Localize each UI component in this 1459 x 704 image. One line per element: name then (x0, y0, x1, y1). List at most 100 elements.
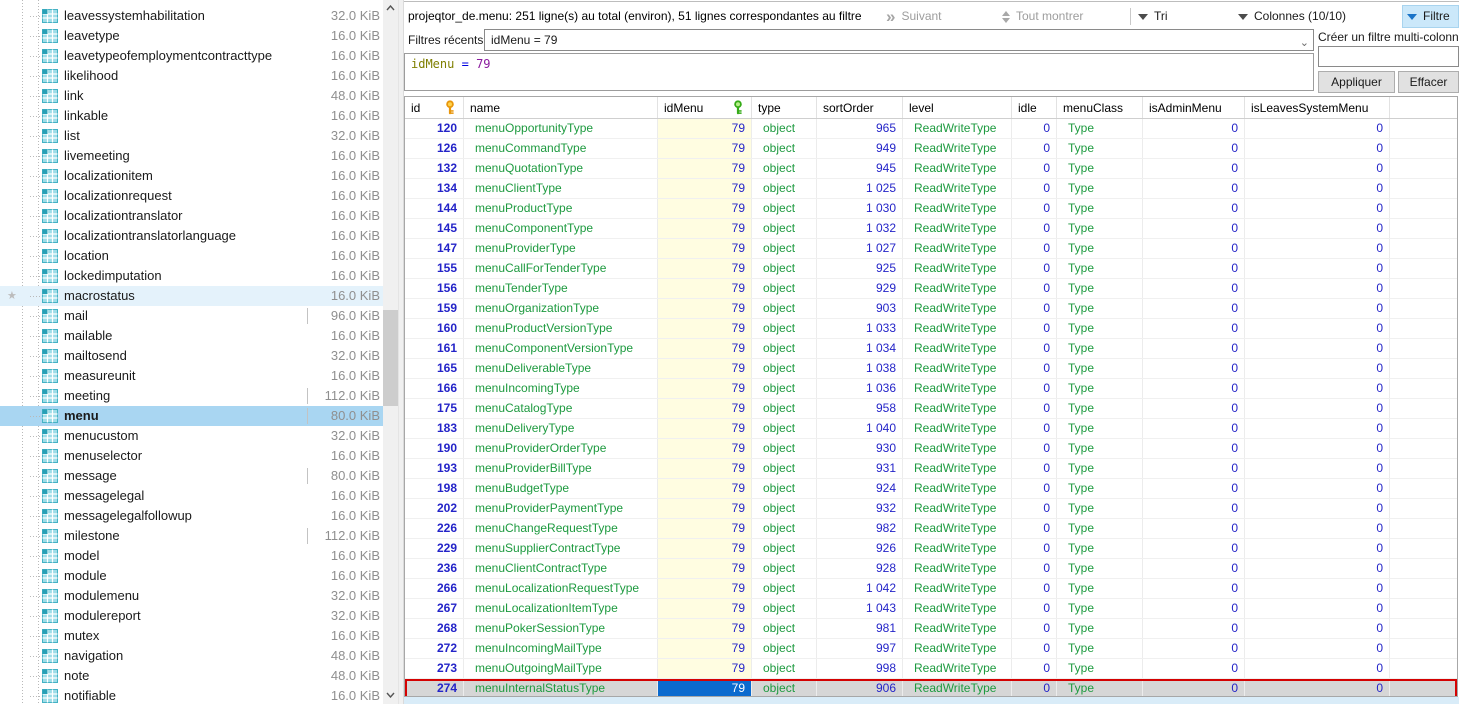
cell-idMenu[interactable]: 79 (658, 539, 752, 558)
cell-type[interactable]: object (752, 659, 817, 678)
cell-menuClass[interactable]: Type (1057, 339, 1143, 358)
cell-sortOrder[interactable]: 929 (817, 279, 903, 298)
table-row[interactable]: 229menuSupplierContractType79object926Re… (405, 539, 1457, 559)
cell-idle[interactable]: 0 (1012, 199, 1057, 218)
cell-sortOrder[interactable]: 958 (817, 399, 903, 418)
cell-idle[interactable]: 0 (1012, 419, 1057, 438)
cell-sortOrder[interactable]: 930 (817, 439, 903, 458)
table-row[interactable]: 126menuCommandType79object949ReadWriteTy… (405, 139, 1457, 159)
cell-type[interactable]: object (752, 199, 817, 218)
cell-idle[interactable]: 0 (1012, 139, 1057, 158)
table-list-item-menucustom[interactable]: menucustom32.0 KiB (0, 426, 383, 446)
cell-idle[interactable]: 0 (1012, 539, 1057, 558)
cell-name[interactable]: menuCatalogType (464, 399, 658, 418)
cell-level[interactable]: ReadWriteType (903, 339, 1012, 358)
cell-isAdminMenu[interactable]: 0 (1143, 519, 1245, 538)
cell-name[interactable]: menuTenderType (464, 279, 658, 298)
cell-isAdminMenu[interactable]: 0 (1143, 239, 1245, 258)
cell-isLeavesSystemMenu[interactable]: 0 (1245, 139, 1390, 158)
cell-id[interactable]: 160 (405, 319, 464, 338)
table-row[interactable]: 145menuComponentType79object1 032ReadWri… (405, 219, 1457, 239)
cell-idle[interactable]: 0 (1012, 119, 1057, 138)
cell-name[interactable]: menuSupplierContractType (464, 539, 658, 558)
cell-name[interactable]: menuComponentVersionType (464, 339, 658, 358)
cell-menuClass[interactable]: Type (1057, 119, 1143, 138)
cell-sortOrder[interactable]: 903 (817, 299, 903, 318)
favorite-star-icon[interactable]: ★ (7, 289, 17, 303)
cell-level[interactable]: ReadWriteType (903, 599, 1012, 618)
cell-name[interactable]: menuDeliverableType (464, 359, 658, 378)
cell-id[interactable]: 183 (405, 419, 464, 438)
cell-idle[interactable]: 0 (1012, 439, 1057, 458)
cell-id[interactable]: 190 (405, 439, 464, 458)
table-row[interactable]: 272menuIncomingMailType79object997ReadWr… (405, 639, 1457, 659)
cell-level[interactable]: ReadWriteType (903, 499, 1012, 518)
cell-isLeavesSystemMenu[interactable]: 0 (1245, 639, 1390, 658)
cell-name[interactable]: menuLocalizationItemType (464, 599, 658, 618)
cell-isAdminMenu[interactable]: 0 (1143, 579, 1245, 598)
cell-menuClass[interactable]: Type (1057, 279, 1143, 298)
table-row[interactable]: 190menuProviderOrderType79object930ReadW… (405, 439, 1457, 459)
table-list-item-note[interactable]: note48.0 KiB (0, 666, 383, 686)
cell-isAdminMenu[interactable]: 0 (1143, 419, 1245, 438)
cell-isLeavesSystemMenu[interactable]: 0 (1245, 159, 1390, 178)
cell-id[interactable]: 145 (405, 219, 464, 238)
cell-name[interactable]: menuInternalStatusType (464, 679, 658, 697)
table-row[interactable]: 193menuProviderBillType79object931ReadWr… (405, 459, 1457, 479)
cell-name[interactable]: menuChangeRequestType (464, 519, 658, 538)
cell-idMenu[interactable]: 79 (658, 319, 752, 338)
cell-idle[interactable]: 0 (1012, 239, 1057, 258)
cell-level[interactable]: ReadWriteType (903, 359, 1012, 378)
cell-type[interactable]: object (752, 119, 817, 138)
cell-idMenu[interactable]: 79 (658, 339, 752, 358)
cell-isAdminMenu[interactable]: 0 (1143, 659, 1245, 678)
cell-isLeavesSystemMenu[interactable]: 0 (1245, 479, 1390, 498)
cell-sortOrder[interactable]: 1 038 (817, 359, 903, 378)
cell-sortOrder[interactable]: 1 040 (817, 419, 903, 438)
cell-isAdminMenu[interactable]: 0 (1143, 619, 1245, 638)
table-row[interactable]: 226menuChangeRequestType79object982ReadW… (405, 519, 1457, 539)
cell-sortOrder[interactable]: 925 (817, 259, 903, 278)
cell-id[interactable]: 274 (405, 679, 464, 697)
scroll-up-arrow-icon[interactable] (383, 0, 398, 17)
table-list-item-link[interactable]: link48.0 KiB (0, 86, 383, 106)
column-header-isAdminMenu[interactable]: isAdminMenu (1143, 97, 1245, 118)
cell-idMenu[interactable]: 79 (658, 519, 752, 538)
cell-level[interactable]: ReadWriteType (903, 199, 1012, 218)
cell-type[interactable]: object (752, 179, 817, 198)
cell-level[interactable]: ReadWriteType (903, 619, 1012, 638)
cell-sortOrder[interactable]: 1 043 (817, 599, 903, 618)
cell-type[interactable]: object (752, 559, 817, 578)
table-list-item-localizationitem[interactable]: localizationitem16.0 KiB (0, 166, 383, 186)
cell-sortOrder[interactable]: 982 (817, 519, 903, 538)
cell-isAdminMenu[interactable]: 0 (1143, 479, 1245, 498)
cell-isLeavesSystemMenu[interactable]: 0 (1245, 659, 1390, 678)
cell-type[interactable]: object (752, 479, 817, 498)
cell-idMenu[interactable]: 79 (658, 239, 752, 258)
cell-idMenu[interactable]: 79 (658, 219, 752, 238)
table-row[interactable]: 183menuDeliveryType79object1 040ReadWrit… (405, 419, 1457, 439)
table-row[interactable]: 120menuOpportunityType79object965ReadWri… (405, 119, 1457, 139)
cell-idle[interactable]: 0 (1012, 379, 1057, 398)
table-list-item-macrostatus[interactable]: ★macrostatus16.0 KiB (0, 286, 383, 306)
cell-idle[interactable]: 0 (1012, 499, 1057, 518)
cell-id[interactable]: 134 (405, 179, 464, 198)
multi-column-filter-input[interactable] (1318, 46, 1459, 67)
cell-name[interactable]: menuCommandType (464, 139, 658, 158)
cell-id[interactable]: 161 (405, 339, 464, 358)
table-row[interactable]: 202menuProviderPaymentType79object932Rea… (405, 499, 1457, 519)
cell-name[interactable]: menuOrganizationType (464, 299, 658, 318)
cell-sortOrder[interactable]: 1 036 (817, 379, 903, 398)
cell-idMenu[interactable]: 79 (658, 199, 752, 218)
table-list-item-module[interactable]: module16.0 KiB (0, 566, 383, 586)
cell-level[interactable]: ReadWriteType (903, 179, 1012, 198)
cell-menuClass[interactable]: Type (1057, 319, 1143, 338)
cell-name[interactable]: menuBudgetType (464, 479, 658, 498)
cell-isLeavesSystemMenu[interactable]: 0 (1245, 279, 1390, 298)
cell-id[interactable]: 175 (405, 399, 464, 418)
cell-name[interactable]: menuProviderType (464, 239, 658, 258)
cell-isLeavesSystemMenu[interactable]: 0 (1245, 119, 1390, 138)
cell-idMenu[interactable]: 79 (658, 119, 752, 138)
cell-type[interactable]: object (752, 339, 817, 358)
cell-id[interactable]: 272 (405, 639, 464, 658)
